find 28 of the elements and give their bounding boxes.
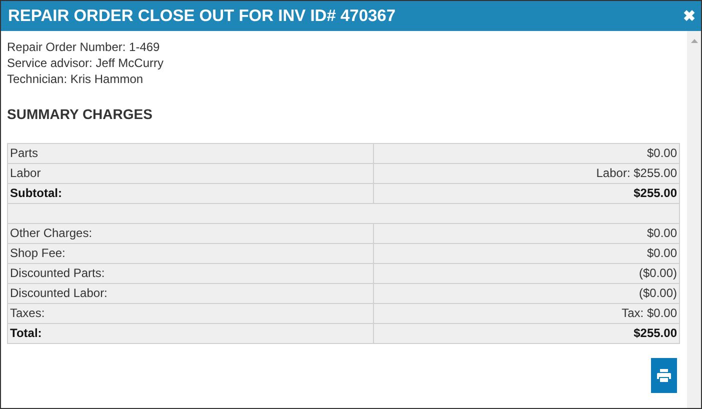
table-cell: Other Charges: xyxy=(8,224,374,244)
info-text: Service advisor: Jeff McCurry xyxy=(7,55,164,71)
table-cell: $0.00 xyxy=(374,244,680,264)
table-cell: $0.00 xyxy=(374,144,680,164)
table-cell: Total: xyxy=(8,324,374,344)
table-cell: ($0.00) xyxy=(374,264,680,284)
print-button[interactable] xyxy=(651,358,677,393)
table-cell: Parts xyxy=(8,144,374,164)
window-title: REPAIR ORDER CLOSE OUT FOR INV ID# 470367 xyxy=(8,6,396,26)
table-cell: Labor: $255.00 xyxy=(374,164,680,184)
info-text: Technician: Kris Hammon xyxy=(7,71,144,87)
table-cell: $255.00 xyxy=(374,184,680,204)
table-cell: Labor xyxy=(8,164,374,184)
table-cell: Discounted Parts: xyxy=(8,264,374,284)
table-cell: Discounted Labor: xyxy=(8,284,374,304)
close-button[interactable]: ✖ xyxy=(683,8,696,24)
table-cell: Taxes: xyxy=(8,304,374,324)
info-text: Repair Order Number: 1-469 xyxy=(7,39,161,55)
table-cell: Shop Fee: xyxy=(8,244,374,264)
table-cell: ($0.00) xyxy=(374,284,680,304)
table-cell: $0.00 xyxy=(374,224,680,244)
printer-icon xyxy=(657,369,671,382)
table-cell: $255.00 xyxy=(374,324,680,344)
table-cell: Subtotal: xyxy=(8,184,374,204)
scrollbar[interactable] xyxy=(687,31,701,408)
scroll-up-arrow-icon[interactable] xyxy=(690,39,698,43)
table-cell: Tax: $0.00 xyxy=(374,304,680,324)
section-heading: SUMMARY CHARGES xyxy=(7,106,154,122)
